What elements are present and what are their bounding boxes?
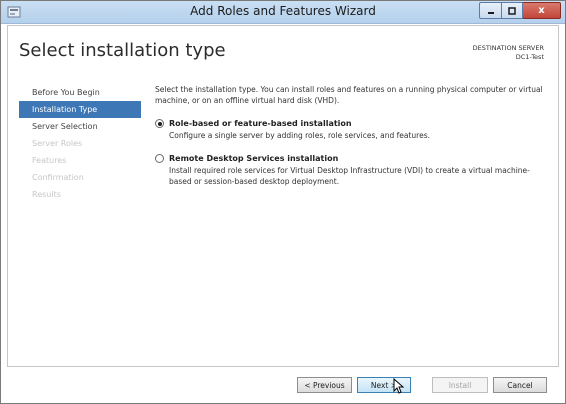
wizard-nav: Before You Begin Installation Type Serve…: [19, 84, 141, 203]
previous-button[interactable]: < Previous: [297, 377, 352, 393]
close-button[interactable]: x: [523, 2, 561, 19]
nav-item-before-you-begin[interactable]: Before You Begin: [19, 84, 141, 101]
radio-remote-desktop[interactable]: [155, 154, 164, 163]
option-description: Install required role services for Virtu…: [169, 166, 530, 186]
main-panel: Select the installation type. You can in…: [155, 84, 550, 187]
window-controls: x: [479, 2, 561, 20]
nav-item-confirmation: Confirmation: [32, 173, 84, 182]
wizard-window: Add Roles and Features Wizard x Select i…: [0, 0, 566, 404]
nav-item-features: Features: [32, 156, 67, 165]
page-title: Select installation type: [19, 40, 226, 61]
mouse-pointer-icon: [393, 378, 405, 394]
maximize-button[interactable]: [501, 2, 523, 19]
title-bar[interactable]: Add Roles and Features Wizard x: [1, 1, 565, 24]
destination-server: DESTINATION SERVER DC1-Test: [473, 44, 544, 62]
option-remote-desktop[interactable]: Remote Desktop Services installation Ins…: [155, 153, 550, 187]
wizard-content: Select installation type DESTINATION SER…: [7, 25, 559, 367]
nav-item-installation-type[interactable]: Installation Type: [19, 101, 141, 118]
nav-item-results: Results: [32, 190, 61, 199]
option-title: Role-based or feature-based installation: [169, 119, 352, 128]
radio-role-based[interactable]: [155, 119, 164, 128]
nav-item-server-roles: Server Roles: [32, 139, 83, 148]
option-title: Remote Desktop Services installation: [169, 154, 339, 163]
close-icon: x: [538, 5, 545, 16]
intro-text: Select the installation type. You can in…: [155, 85, 543, 105]
option-role-based[interactable]: Role-based or feature-based installation…: [155, 118, 550, 141]
destination-server-name: DC1-Test: [515, 53, 544, 61]
minimize-icon: [487, 11, 494, 14]
destination-label: DESTINATION SERVER: [472, 44, 544, 52]
option-description: Configure a single server by adding role…: [169, 131, 430, 140]
minimize-button[interactable]: [479, 2, 501, 19]
cancel-button[interactable]: Cancel: [493, 377, 547, 393]
maximize-icon: [508, 6, 516, 15]
nav-item-server-selection[interactable]: Server Selection: [19, 118, 141, 135]
install-button[interactable]: Install: [432, 377, 488, 393]
button-bar: < Previous Next > Install Cancel: [7, 367, 559, 399]
